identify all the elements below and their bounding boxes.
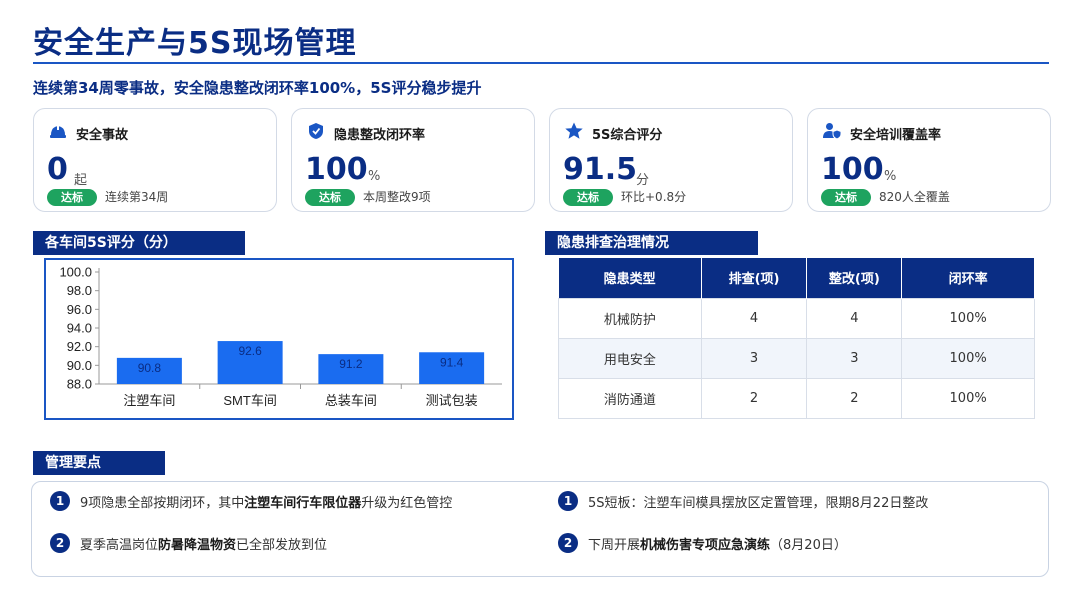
table-cell: 4 xyxy=(700,297,808,339)
table-cell: 100% xyxy=(901,297,1035,339)
kpi-note: 820人全覆盖 xyxy=(879,190,950,204)
note-number: 2 xyxy=(50,533,70,553)
chart-canvas: 100.0 98.0 96.0 94.0 92.0 90.0 88.0 90.8 注塑车间 92.… xyxy=(59,265,502,408)
note-text: 5S短板：注塑车间模具摆放区定置管理，限期8月22日整改 xyxy=(588,495,929,511)
y-tick-label: 90.0 xyxy=(67,358,92,373)
column-header: 隐患类型 xyxy=(558,258,702,298)
table-cell: 4 xyxy=(806,297,903,339)
y-tick-label: 100.0 xyxy=(59,265,92,280)
bar-value-label: 91.2 xyxy=(339,357,363,371)
y-tick-label: 96.0 xyxy=(67,302,92,317)
table-cell: 用电安全 xyxy=(558,337,702,379)
table-row: 消防通道 2 2 100% xyxy=(558,377,1035,419)
note-item: 1 9项隐患全部按期闭环，其中注塑车间行车限位器升级为红色管控 xyxy=(50,491,452,511)
table-row: 机械防护 4 4 100% xyxy=(558,297,1035,339)
kpi-note: 本周整改9项 xyxy=(363,190,431,204)
kpi-value: 100 xyxy=(305,152,368,187)
helmet-icon xyxy=(48,121,68,145)
kpi-header: 安全事故 xyxy=(48,121,128,145)
page-subtitle: 连续第34周零事故，安全隐患整改闭环率100%，5S评分稳步提升 xyxy=(33,79,482,97)
kpi-value: 100 xyxy=(821,152,884,187)
y-tick-label: 88.0 xyxy=(67,377,92,392)
kpi-unit: 分 xyxy=(636,173,650,188)
kpi-card-5s-score: 5S综合评分 91.5 分 达标 环比+0.8分 xyxy=(549,108,793,212)
bar-chart: 100.0 98.0 96.0 94.0 92.0 90.0 88.0 90.8 注塑车间 92.… xyxy=(44,258,514,420)
status-badge: 达标 xyxy=(821,189,871,206)
kpi-unit: 起 xyxy=(74,173,88,188)
kpi-label: 5S综合评分 xyxy=(592,127,663,143)
column-header: 整改(项) xyxy=(806,258,903,298)
shield-icon xyxy=(306,121,326,145)
kpi-unit: % xyxy=(368,169,381,184)
note-text: 夏季高温岗位防暑降温物资已全部发放到位 xyxy=(80,537,328,553)
notes-section-title: 管理要点 xyxy=(33,451,165,475)
table-cell: 3 xyxy=(806,337,903,379)
note-text: 下周开展机械伤害专项应急演练（8月20日） xyxy=(588,537,847,553)
y-tick-label: 92.0 xyxy=(67,339,92,354)
x-tick-label: 总装车间 xyxy=(325,393,377,408)
title-divider xyxy=(33,62,1049,64)
table-cell: 机械防护 xyxy=(558,297,702,339)
page-title: 安全生产与5S现场管理 xyxy=(33,26,357,61)
kpi-note: 环比+0.8分 xyxy=(621,190,687,204)
y-tick-label: 94.0 xyxy=(67,321,92,336)
kpi-card-closure-rate: 隐患整改闭环率 100 % 达标 本周整改9项 xyxy=(291,108,535,212)
kpi-card-accidents: 安全事故 0 起 达标 连续第34周 xyxy=(33,108,277,212)
table-cell: 100% xyxy=(901,337,1035,379)
kpi-label: 安全事故 xyxy=(76,127,129,143)
note-number: 1 xyxy=(558,491,578,511)
bar-value-label: 92.6 xyxy=(238,344,262,358)
chart-section-title: 各车间5S评分（分） xyxy=(33,231,245,255)
note-item: 2 夏季高温岗位防暑降温物资已全部发放到位 xyxy=(50,533,327,553)
table-section-title: 隐患排查治理情况 xyxy=(545,231,758,255)
kpi-card-training-coverage: 安全培训覆盖率 100 % 达标 820人全覆盖 xyxy=(807,108,1051,212)
kpi-value: 0 xyxy=(47,152,68,187)
y-tick-label: 98.0 xyxy=(67,283,92,298)
note-number: 1 xyxy=(50,491,70,511)
x-tick-label: 注塑车间 xyxy=(123,393,175,408)
kpi-header: 5S综合评分 xyxy=(564,121,662,145)
table-cell: 2 xyxy=(806,377,903,419)
note-text: 9项隐患全部按期闭环，其中注塑车间行车限位器升级为红色管控 xyxy=(80,495,453,511)
kpi-header: 隐患整改闭环率 xyxy=(306,121,425,145)
notes-panel: 1 9项隐患全部按期闭环，其中注塑车间行车限位器升级为红色管控 2 夏季高温岗位… xyxy=(31,481,1049,577)
kpi-value: 91.5 xyxy=(563,152,638,187)
kpi-label: 安全培训覆盖率 xyxy=(850,127,942,143)
column-header: 闭环率 xyxy=(901,258,1035,298)
kpi-unit: % xyxy=(884,169,897,184)
column-header: 排查(项) xyxy=(701,258,808,298)
star-icon xyxy=(564,121,584,145)
table-header-row: 隐患类型 排查(项) 整改(项) 闭环率 xyxy=(558,258,1035,298)
table-cell: 100% xyxy=(901,377,1035,419)
x-tick-label: 测试包装 xyxy=(426,393,478,408)
status-badge: 达标 xyxy=(563,189,613,206)
user-shield-icon xyxy=(822,121,842,145)
table-cell: 3 xyxy=(700,337,808,379)
note-item: 2 下周开展机械伤害专项应急演练（8月20日） xyxy=(558,533,847,553)
x-tick-label: SMT车间 xyxy=(223,393,276,408)
kpi-note: 连续第34周 xyxy=(105,190,169,204)
table-cell: 2 xyxy=(700,377,808,419)
status-badge: 达标 xyxy=(47,189,97,206)
status-badge: 达标 xyxy=(305,189,355,206)
note-item: 1 5S短板：注塑车间模具摆放区定置管理，限期8月22日整改 xyxy=(558,491,928,511)
bar-value-label: 90.8 xyxy=(138,361,162,375)
table-row: 用电安全 3 3 100% xyxy=(558,337,1035,379)
hazard-table: 隐患类型 排查(项) 整改(项) 闭环率 机械防护 4 4 100% 用电安全 … xyxy=(558,258,1035,419)
kpi-label: 隐患整改闭环率 xyxy=(334,127,426,143)
kpi-header: 安全培训覆盖率 xyxy=(822,121,941,145)
note-number: 2 xyxy=(558,533,578,553)
table-cell: 消防通道 xyxy=(558,377,702,419)
bar-value-label: 91.4 xyxy=(440,355,464,369)
